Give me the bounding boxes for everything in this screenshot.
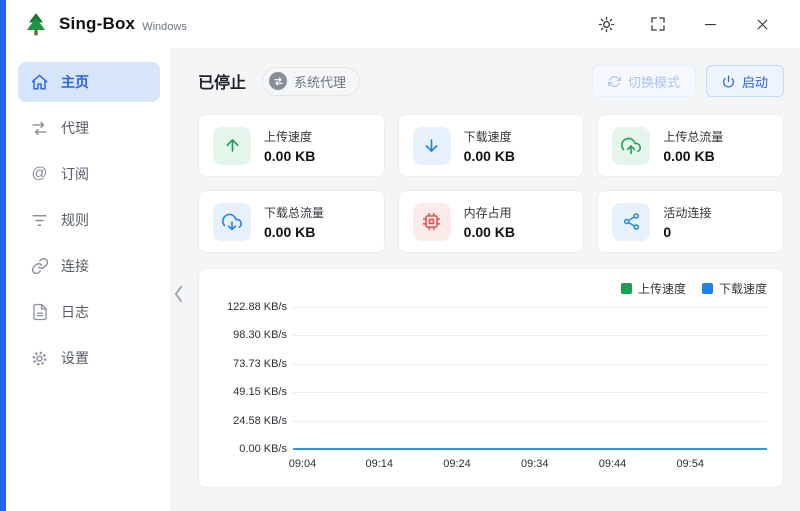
system-proxy-label: 系统代理: [294, 72, 346, 91]
legend-item-download[interactable]: 下载速度: [702, 280, 767, 297]
legend-swatch-download: [702, 283, 713, 294]
system-proxy-chip[interactable]: 系统代理: [262, 67, 360, 96]
stat-card-upload-speed: 上传速度 0.00 KB: [198, 114, 385, 177]
sidebar-item-subscription[interactable]: @ 订阅: [18, 154, 160, 194]
active-connections-icon: [612, 203, 650, 241]
y-axis-tick: 24.58 KB/s: [213, 415, 287, 427]
switch-mode-label: 切换模式: [628, 72, 680, 91]
y-axis-tick: 122.88 KB/s: [213, 301, 287, 313]
sidebar-item-label: 主页: [61, 72, 89, 92]
stat-label: 活动连接: [663, 204, 711, 221]
stat-value: 0.00 KB: [464, 148, 515, 164]
sidebar-item-label: 代理: [61, 118, 89, 138]
x-axis-tick: 09:34: [521, 458, 549, 470]
app-subtitle: Windows: [142, 21, 187, 33]
chart-x-axis: 09:04 09:14 09:24 09:34 09:44 09:54: [293, 455, 767, 477]
stat-label: 内存占用: [464, 204, 515, 221]
stat-value: 0: [663, 224, 711, 240]
sidebar-item-logs[interactable]: 日志: [18, 292, 160, 332]
y-axis-tick: 0.00 KB/s: [213, 443, 287, 455]
x-axis-tick: 09:24: [443, 458, 471, 470]
upload-speed-arrow-icon: [213, 127, 251, 165]
stat-label: 下载总流量: [264, 204, 324, 221]
window-controls: [580, 0, 800, 48]
download-cloud-icon: [213, 203, 251, 241]
stat-card-upload-total: 上传总流量 0.00 KB: [597, 114, 784, 177]
legend-swatch-upload: [621, 283, 632, 294]
home-icon: [30, 73, 49, 92]
chart-legend: 上传速度 下载速度: [621, 280, 767, 297]
stat-card-download-speed: 下载速度 0.00 KB: [398, 114, 585, 177]
switch-mode-button[interactable]: 切换模式: [592, 65, 696, 97]
stat-card-download-total: 下载总流量 0.00 KB: [198, 190, 385, 253]
sidebar-item-proxy[interactable]: 代理: [18, 108, 160, 148]
x-axis-tick: 09:14: [366, 458, 394, 470]
x-axis-tick: 09:44: [599, 458, 627, 470]
header-buttons: 切换模式 启动: [592, 65, 784, 97]
logs-document-icon: [30, 303, 49, 322]
sidebar-item-label: 设置: [61, 348, 89, 368]
sidebar-item-label: 连接: [61, 256, 89, 276]
connections-link-icon: [30, 257, 49, 276]
y-axis-tick: 49.15 KB/s: [213, 386, 287, 398]
minimize-icon[interactable]: [684, 0, 736, 48]
stat-card-memory: 内存占用 0.00 KB: [398, 190, 585, 253]
sidebar-item-label: 订阅: [61, 164, 89, 184]
status-text: 已停止: [198, 69, 246, 93]
legend-item-upload[interactable]: 上传速度: [621, 280, 686, 297]
sidebar-item-settings[interactable]: 设置: [18, 338, 160, 378]
app-logo-tree-icon: [22, 10, 50, 38]
start-button[interactable]: 启动: [706, 65, 784, 97]
stat-label: 下载速度: [464, 128, 515, 145]
legend-label-upload: 上传速度: [638, 280, 686, 297]
accent-strip: [0, 0, 6, 511]
app-window: Sing-Box Windows: [0, 0, 800, 511]
expand-fullscreen-icon[interactable]: [632, 0, 684, 48]
y-axis-tick: 98.30 KB/s: [213, 329, 287, 341]
sidebar-item-label: 日志: [61, 302, 89, 322]
sidebar-item-label: 规则: [61, 210, 89, 230]
main-content: 已停止 系统代理: [170, 48, 800, 511]
power-icon: [722, 75, 735, 88]
upload-cloud-icon: [612, 127, 650, 165]
settings-gear-icon: [30, 349, 49, 368]
x-axis-tick: 09:54: [676, 458, 704, 470]
stat-value: 0.00 KB: [264, 224, 324, 240]
chart-series-svg: [293, 307, 767, 449]
stat-label: 上传总流量: [663, 128, 723, 145]
traffic-chart-card: 上传速度 下载速度 122.88 KB/s 98.30 KB/s: [198, 268, 784, 488]
memory-cpu-icon: [413, 203, 451, 241]
titlebar: Sing-Box Windows: [0, 0, 800, 48]
proxy-swap-icon: [30, 119, 49, 138]
sidebar-item-home[interactable]: 主页: [18, 62, 160, 102]
body-row: 主页 代理 @ 订阅 规则: [0, 48, 800, 511]
start-label: 启动: [742, 72, 768, 91]
theme-sun-icon[interactable]: [580, 0, 632, 48]
stat-value: 0.00 KB: [264, 148, 315, 164]
download-speed-arrow-icon: [413, 127, 451, 165]
rules-filter-icon: [30, 211, 49, 230]
stat-value: 0.00 KB: [464, 224, 515, 240]
stats-grid: 上传速度 0.00 KB 下载速度 0.00 KB: [198, 114, 784, 253]
y-axis-tick: 73.73 KB/s: [213, 358, 287, 370]
legend-label-download: 下载速度: [719, 280, 767, 297]
sidebar-item-connections[interactable]: 连接: [18, 246, 160, 286]
subscription-at-icon: @: [30, 165, 49, 184]
stat-label: 上传速度: [264, 128, 315, 145]
refresh-icon: [608, 75, 621, 88]
chart-plot-area: 122.88 KB/s 98.30 KB/s 73.73 KB/s 49.15 …: [293, 307, 767, 449]
system-proxy-icon: [269, 72, 287, 90]
stat-value: 0.00 KB: [663, 148, 723, 164]
sidebar-item-rules[interactable]: 规则: [18, 200, 160, 240]
stat-card-active-connections: 活动连接 0: [597, 190, 784, 253]
status-header: 已停止 系统代理: [198, 62, 784, 100]
app-title: Sing-Box: [59, 14, 135, 34]
sidebar: 主页 代理 @ 订阅 规则: [0, 48, 170, 511]
sidebar-collapse-handle[interactable]: [171, 281, 185, 307]
x-axis-tick: 09:04: [289, 458, 317, 470]
close-icon[interactable]: [736, 0, 788, 48]
